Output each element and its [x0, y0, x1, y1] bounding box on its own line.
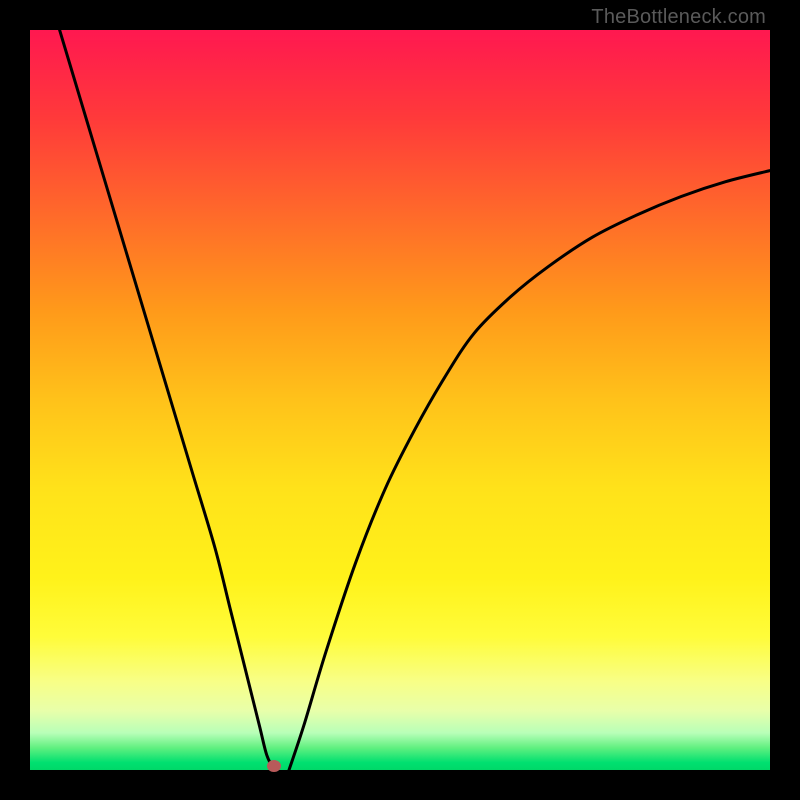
plot-area: [30, 30, 770, 770]
curve-svg: [30, 30, 770, 770]
curve-left-branch: [60, 30, 275, 770]
watermark-text: TheBottleneck.com: [591, 6, 766, 29]
curve-minimum-marker: [267, 760, 281, 772]
curve-right-branch: [289, 171, 770, 770]
chart-frame: TheBottleneck.com: [0, 0, 800, 800]
